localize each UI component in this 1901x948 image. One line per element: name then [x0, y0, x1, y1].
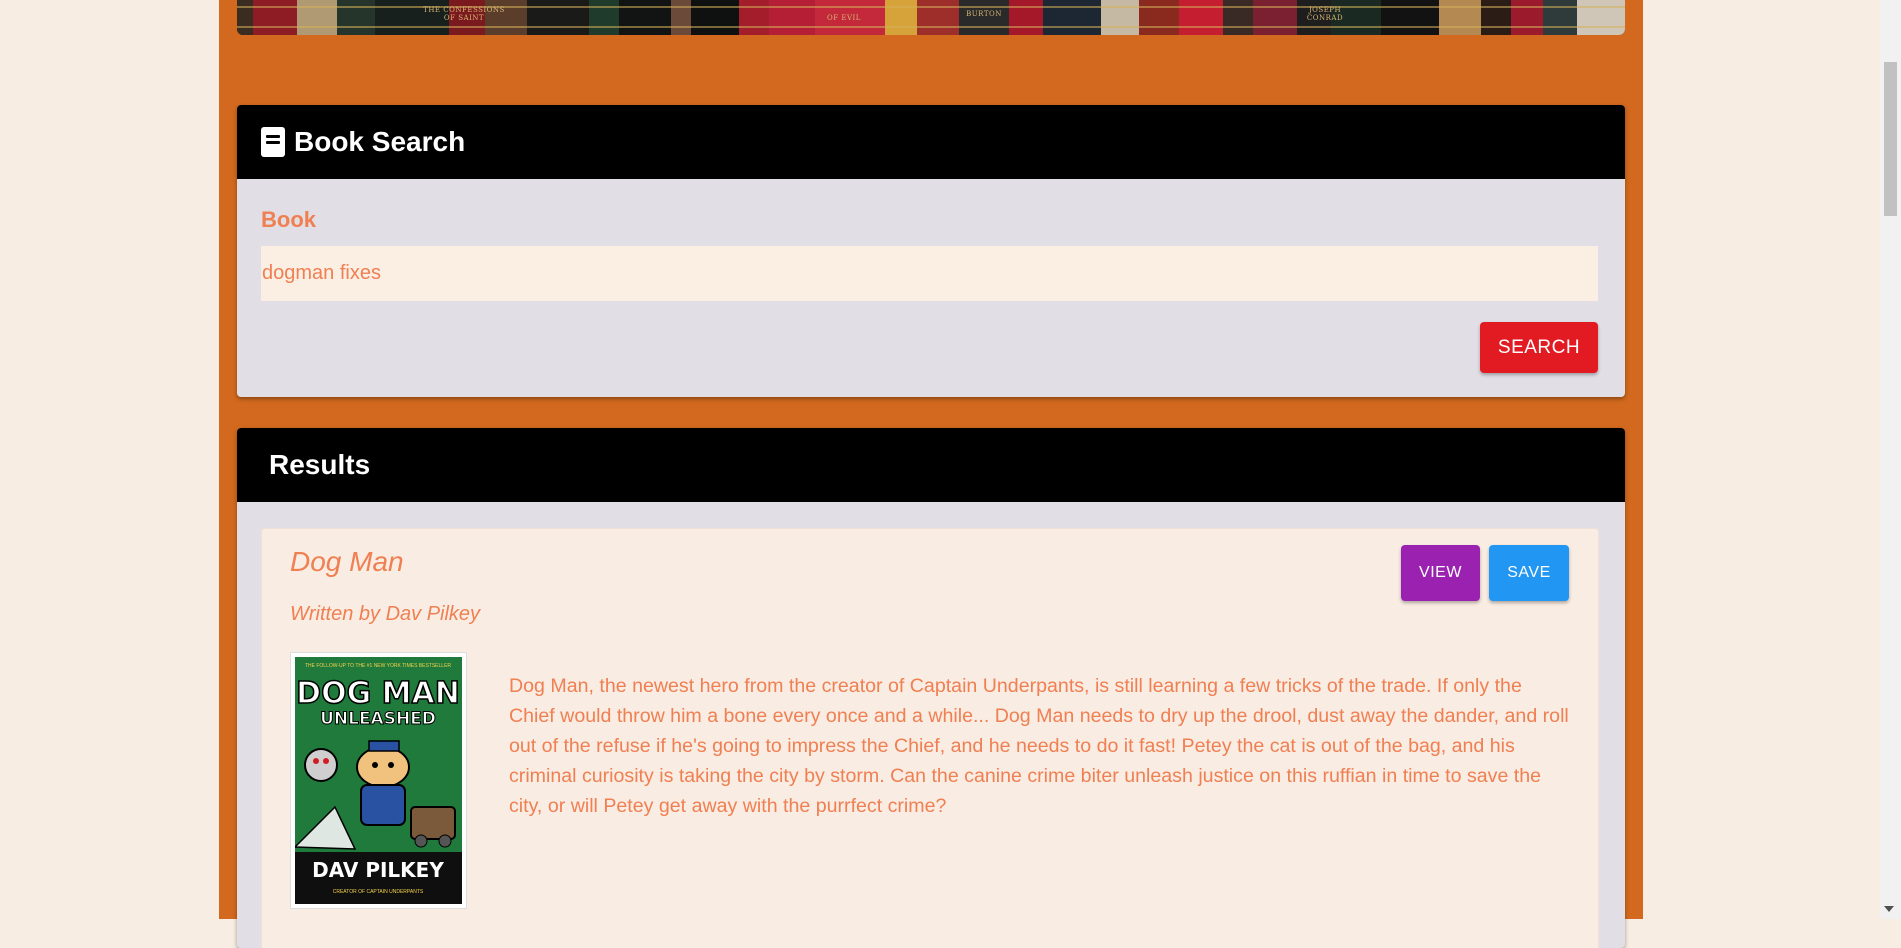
cover-top-text: THE FOLLOW-UP TO THE #1 NEW YORK TIMES B…	[305, 663, 451, 669]
results-card: Results Dog Man Written by Dav Pilkey VI…	[237, 428, 1625, 948]
search-button[interactable]: SEARCH	[1480, 322, 1598, 373]
banner-spine-label: THE CONFESSIONS OF SAINT	[423, 6, 505, 22]
result-author: Written by Dav Pilkey	[290, 603, 481, 625]
vertical-scrollbar[interactable]	[1880, 0, 1901, 919]
cover-author: DAV PILKEY	[312, 858, 444, 882]
cover-bottom-text: CREATOR OF CAPTAIN UNDERPANTS	[333, 889, 424, 895]
cover-title-line2: UNLEASHED	[320, 709, 436, 729]
bookshelf-banner: THE CONFESSIONS OF SAINT OF EVIL BURTON …	[237, 0, 1625, 35]
result-item: Dog Man Written by Dav Pilkey VIEW SAVE …	[261, 528, 1599, 948]
scrollbar-thumb[interactable]	[1884, 62, 1897, 216]
results-title: Results	[269, 449, 371, 480]
result-book-title: Dog Man	[290, 546, 404, 577]
save-button[interactable]: SAVE	[1489, 545, 1569, 601]
cover-title-line1: DOG MAN	[296, 676, 460, 711]
book-icon	[261, 127, 285, 157]
results-header: Results	[237, 428, 1625, 502]
result-description: Dog Man, the newest hero from the creato…	[509, 674, 1569, 817]
banner-spine-label: OF EVIL	[827, 14, 861, 22]
book-field-label: Book	[261, 207, 316, 232]
book-search-header: Book Search	[237, 105, 1625, 179]
scroll-down-arrow-icon[interactable]	[1884, 906, 1894, 912]
book-cover-image: THE FOLLOW-UP TO THE #1 NEW YORK TIMES B…	[290, 652, 467, 909]
book-search-input[interactable]	[261, 246, 1598, 301]
banner-spine-label: BURTON	[966, 10, 1002, 18]
book-search-title: Book Search	[294, 126, 466, 157]
book-search-card: Book Search Book SEARCH	[237, 105, 1625, 397]
view-button[interactable]: VIEW	[1401, 545, 1480, 601]
banner-spine-label: JOSEPH CONRAD	[1306, 6, 1344, 22]
page-frame: THE CONFESSIONS OF SAINT OF EVIL BURTON …	[219, 0, 1643, 948]
